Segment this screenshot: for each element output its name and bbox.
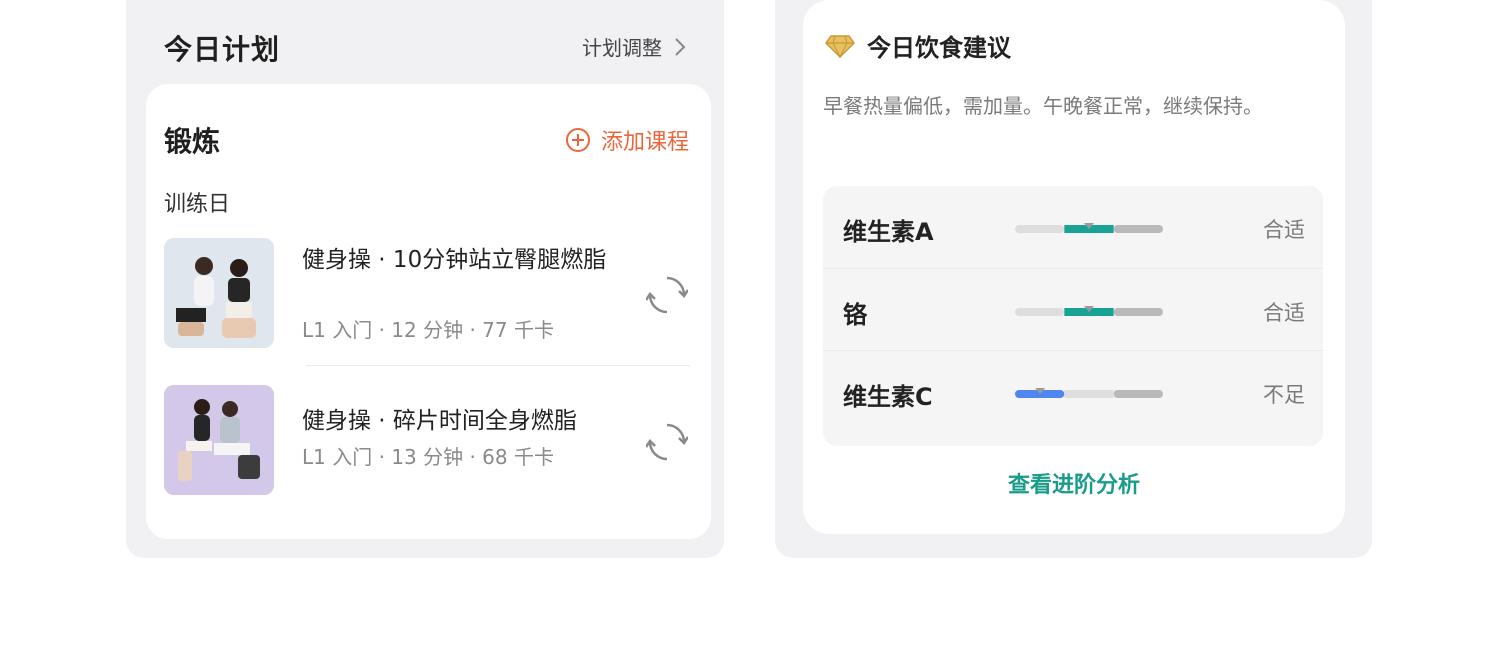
nutrient-row: 铬 合适 xyxy=(823,268,1323,351)
nutrient-status: 合适 xyxy=(1263,301,1305,325)
plan-header: 今日计划 计划调整 xyxy=(164,20,690,68)
level-segment xyxy=(1113,390,1163,398)
today-plan-panel: 今日计划 计划调整 锻炼 添加课程 训练日 健身操 · 10分钟站立臀腿燃脂 L… xyxy=(126,0,724,558)
diet-title: 今日饮食建议 xyxy=(867,34,1011,62)
nutrient-status: 不足 xyxy=(1263,383,1305,407)
nutrient-status: 合适 xyxy=(1263,218,1305,242)
level-segment xyxy=(1064,390,1114,398)
view-advanced-analysis-link[interactable]: 查看进阶分析 xyxy=(803,467,1345,499)
course-thumbnail xyxy=(164,385,274,495)
course-thumbnail xyxy=(164,238,274,348)
level-segment xyxy=(1113,225,1163,233)
nutrient-level-bar xyxy=(1015,223,1163,233)
add-course-label: 添加课程 xyxy=(600,130,689,155)
plan-adjust-link[interactable]: 计划调整 xyxy=(582,32,690,61)
exercise-card: 锻炼 添加课程 训练日 健身操 · 10分钟站立臀腿燃脂 L1 入门 · 12 … xyxy=(146,84,711,539)
course-item[interactable]: 健身操 · 碎片时间全身燃脂 L1 入门 · 13 分钟 · 68 千卡 xyxy=(164,385,692,497)
course-item[interactable]: 健身操 · 10分钟站立臀腿燃脂 L1 入门 · 12 分钟 · 77 千卡 xyxy=(164,238,692,350)
refresh-icon[interactable] xyxy=(646,421,688,463)
course-meta: L1 入门 · 12 分钟 · 77 千卡 xyxy=(302,318,554,342)
nutrient-name: 维生素C xyxy=(843,383,933,411)
diet-card: 今日饮食建议 早餐热量偏低，需加量。午晚餐正常，继续保持。 维生素A 合适 铬 … xyxy=(803,0,1345,534)
add-course-button[interactable]: 添加课程 xyxy=(565,124,689,156)
nutrient-row: 维生素C 不足 xyxy=(823,350,1323,433)
training-day-label: 训练日 xyxy=(164,192,231,217)
refresh-icon[interactable] xyxy=(646,274,688,316)
level-segment xyxy=(1015,225,1065,233)
diet-header: 今日饮食建议 xyxy=(825,28,1011,63)
nutrient-name: 维生素A xyxy=(843,218,934,246)
nutrient-level-bar xyxy=(1015,388,1163,398)
exercise-title: 锻炼 xyxy=(164,125,221,158)
course-name: 健身操 · 10分钟站立臀腿燃脂 xyxy=(302,247,607,273)
nutrient-level-bar xyxy=(1015,306,1163,316)
diet-description: 早餐热量偏低，需加量。午晚餐正常，继续保持。 xyxy=(823,94,1263,118)
course-meta: L1 入门 · 13 分钟 · 68 千卡 xyxy=(302,445,554,469)
nutrient-list: 维生素A 合适 铬 合适 维生素C 不足 xyxy=(823,186,1323,446)
course-name: 健身操 · 碎片时间全身燃脂 xyxy=(302,408,577,434)
diamond-icon xyxy=(825,34,855,58)
chevron-right-icon xyxy=(675,37,686,56)
nutrient-name: 铬 xyxy=(843,301,867,329)
plan-adjust-label: 计划调整 xyxy=(582,36,662,60)
level-segment xyxy=(1113,308,1163,316)
diet-panel: 今日饮食建议 早餐热量偏低，需加量。午晚餐正常，继续保持。 维生素A 合适 铬 … xyxy=(775,0,1372,558)
nutrient-row: 维生素A 合适 xyxy=(823,186,1323,268)
divider xyxy=(306,365,690,366)
level-segment xyxy=(1015,308,1065,316)
plus-circle-icon xyxy=(565,128,590,152)
page-title: 今日计划 xyxy=(164,33,281,66)
